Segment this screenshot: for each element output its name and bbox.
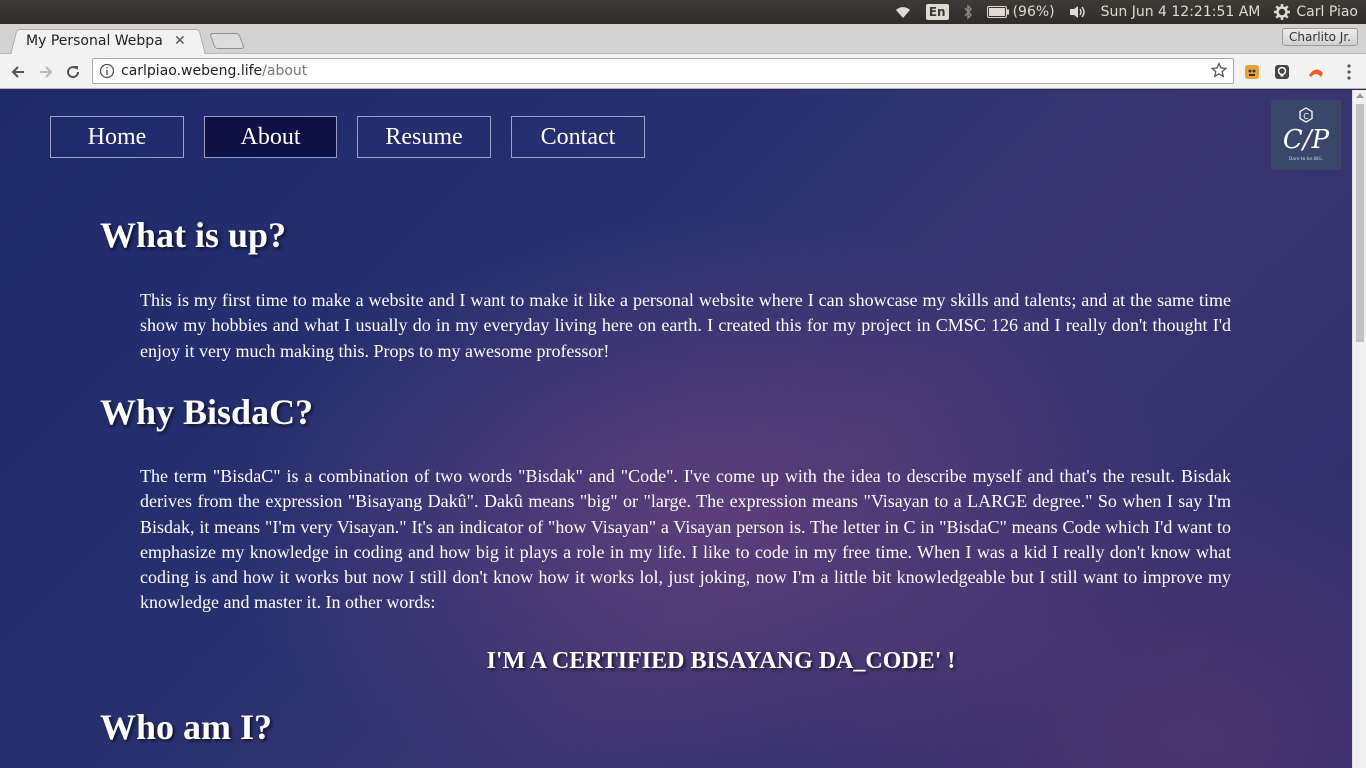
cp-logo-icon: C C/P Dare to be BIG. [1283,107,1330,162]
bluetooth-icon[interactable] [963,4,973,20]
logo-tagline: Dare to be BIG. [1289,156,1324,162]
nav-resume[interactable]: Resume [357,116,491,158]
profile-button[interactable]: Charlito Jr. [1282,28,1358,46]
back-arrow-icon [11,66,24,78]
tab-close-icon[interactable]: ✕ [174,33,186,49]
scrollbar-thumb[interactable] [1356,104,1364,342]
browser-tab[interactable]: My Personal Webpa ✕ [26,30,206,52]
nav-home[interactable]: Home [50,116,184,158]
url-path: /about [262,63,308,79]
battery-indicator[interactable]: (96%) [986,4,1055,20]
browser-tab-strip: My Personal Webpa ✕ Charlito Jr. [0,24,1366,55]
language-label: En [925,4,949,20]
scroll-up-arrow-icon[interactable] [1356,93,1364,98]
user-name: Carl Piao [1296,4,1358,20]
url-host: carlpiao.webeng.life [121,63,263,79]
new-tab-button[interactable] [209,33,245,49]
page-scrollbar[interactable] [1352,90,1366,768]
info-icon[interactable] [99,63,115,79]
extension-orange-icon[interactable] [1307,63,1325,81]
battery-icon [986,6,1009,18]
browser-toolbar: carlpiao.webeng.life/about [0,54,1366,89]
page-viewport: Home About Resume Contact C C/P Dare to … [0,90,1352,768]
back-button[interactable] [8,62,28,82]
tab-title: My Personal Webpa [26,33,162,49]
logo-badge-letter: C [1303,112,1309,121]
chrome-menu-icon[interactable] [1340,63,1358,81]
reload-button[interactable] [63,62,83,82]
extension-lightbulb-icon[interactable] [1273,63,1291,81]
keyboard-language-indicator[interactable]: En [925,4,949,20]
heading-who-am-i: Who am I? [100,707,273,747]
gear-icon [1274,4,1291,20]
battery-percentage: (96%) [1012,4,1055,20]
address-bar[interactable]: carlpiao.webeng.life/about [92,58,1234,84]
volume-icon[interactable] [1069,5,1087,19]
site-nav: Home About Resume Contact [50,116,665,158]
wifi-icon[interactable] [894,5,912,19]
session-menu[interactable]: Carl Piao [1274,4,1358,20]
forward-button[interactable] [36,62,56,82]
site-logo[interactable]: C C/P Dare to be BIG. [1271,100,1341,170]
bookmark-star-icon[interactable] [1211,62,1227,78]
paragraph-why-bisdac: The term "BisdaC" is a combination of tw… [140,466,1231,613]
forward-arrow-icon [40,66,53,78]
certified-tagline: I'M A CERTIFIED BISAYANG DA_CODE' ! [486,648,956,674]
logo-initials: C/P [1283,125,1330,155]
extension-honey-icon[interactable] [1243,63,1261,81]
heading-why-bisdac: Why BisdaC? [100,392,314,432]
clock[interactable]: Sun Jun 4 12:21:51 AM [1101,4,1261,20]
heading-what-is-up: What is up? [100,215,287,255]
nav-about[interactable]: About [204,116,337,158]
reload-icon [67,66,80,79]
system-top-panel: En (96%) Sun Jun 4 12:21:51 AM Carl Piao [0,0,1366,24]
nav-contact[interactable]: Contact [511,116,645,158]
paragraph-what-is-up: This is my first time to make a website … [140,290,1231,361]
